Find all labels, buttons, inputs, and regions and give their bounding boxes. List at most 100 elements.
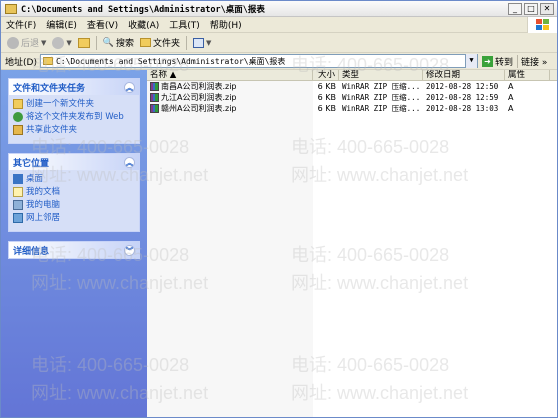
panel-title: 详细信息 <box>13 246 50 257</box>
column-type[interactable]: 类型 <box>339 70 423 80</box>
task-pane: 文件和文件夹任务 ︽ 创建一个新文件夹 将这个文件夹发布到 Web 共享此文件夹 <box>1 70 147 417</box>
toolbar: 后退 ▼ ▼ 🔍 搜索 文件夹 ▼ <box>1 33 557 53</box>
task-label: 将这个文件夹发布到 Web <box>26 112 124 122</box>
file-row[interactable]: 赣州A公司利润表.zip 6 KB WinRAR ZIP 压缩... 2012-… <box>147 103 557 114</box>
file-type: WinRAR ZIP 压缩... <box>342 104 421 113</box>
chevron-up-icon[interactable]: ︽ <box>124 156 135 168</box>
file-row[interactable]: 九江A公司利润表.zip 6 KB WinRAR ZIP 压缩... 2012-… <box>147 92 557 103</box>
file-attributes: A <box>508 82 514 91</box>
column-label: 名称 <box>150 70 168 80</box>
column-attributes[interactable]: 属性 <box>505 70 550 80</box>
place-my-documents[interactable]: 我的文档 <box>13 187 135 197</box>
task-label: 创建一个新文件夹 <box>26 99 95 109</box>
file-name: 九江A公司利润表.zip <box>161 93 237 102</box>
place-desktop[interactable]: 桌面 <box>13 174 135 184</box>
column-name[interactable]: 名称 ▲ <box>147 70 313 80</box>
folders-button[interactable]: 文件夹 <box>137 34 183 52</box>
links-label: 链接 <box>521 57 540 68</box>
views-button[interactable]: ▼ <box>190 34 214 52</box>
file-tasks-header[interactable]: 文件和文件夹任务 ︽ <box>9 79 139 95</box>
search-button[interactable]: 🔍 搜索 <box>100 34 137 52</box>
chevron-down-icon: ▼ <box>66 38 72 47</box>
task-publish-web[interactable]: 将这个文件夹发布到 Web <box>13 112 135 122</box>
close-button[interactable]: ✕ <box>540 2 554 15</box>
file-list: 名称 ▲ 大小 类型 修改日期 属性 南昌A公司利润表.zip 6 KB Win… <box>147 70 557 417</box>
up-folder-icon <box>77 37 90 48</box>
title-bar: C:\Documents and Settings\Administrator\… <box>1 1 557 17</box>
task-new-folder[interactable]: 创建一个新文件夹 <box>13 99 135 109</box>
address-dropdown[interactable]: ▼ <box>464 54 477 68</box>
chevron-down-icon: ▼ <box>41 38 47 47</box>
place-my-computer[interactable]: 我的电脑 <box>13 200 135 210</box>
go-label: 转到 <box>494 57 513 68</box>
place-label: 桌面 <box>26 174 44 184</box>
column-size[interactable]: 大小 <box>313 70 339 80</box>
documents-icon <box>13 187 23 197</box>
winrar-zip-icon <box>150 104 159 113</box>
details-header[interactable]: 详细信息 ︾ <box>9 242 139 258</box>
share-folder-icon <box>13 125 23 135</box>
address-label: 地址(D) <box>5 57 37 68</box>
winrar-zip-icon <box>150 93 159 102</box>
folder-icon <box>5 3 17 14</box>
task-share-folder[interactable]: 共享此文件夹 <box>13 125 135 135</box>
file-size: 6 KB <box>317 93 336 102</box>
maximize-button[interactable]: □ <box>524 2 538 15</box>
address-input[interactable]: C:\Documents and Settings\Administrator\… <box>39 54 478 68</box>
folders-icon <box>140 38 152 47</box>
place-label: 我的文档 <box>26 187 61 197</box>
address-value: C:\Documents and Settings\Administrator\… <box>55 56 286 66</box>
menu-help[interactable]: 帮助(H) <box>205 18 247 31</box>
minimize-button[interactable]: _ <box>508 2 522 15</box>
chevron-right-icon: » <box>541 57 548 68</box>
other-places-panel: 其它位置 ︽ 桌面 我的文档 我的电脑 网上邻居 <box>8 153 140 232</box>
search-label: 搜索 <box>116 39 135 49</box>
window-title: C:\Documents and Settings\Administrator\… <box>21 4 265 15</box>
file-size: 6 KB <box>317 104 336 113</box>
links-button[interactable]: 链接 » <box>517 54 557 68</box>
other-places-header[interactable]: 其它位置 ︽ <box>9 154 139 170</box>
winrar-zip-icon <box>150 82 159 91</box>
globe-icon <box>13 112 23 122</box>
file-attributes: A <box>508 93 514 102</box>
menu-favorites[interactable]: 收藏(A) <box>123 18 164 31</box>
place-label: 我的电脑 <box>26 200 61 210</box>
toolbar-divider <box>95 35 97 50</box>
forward-button[interactable]: ▼ <box>49 34 74 52</box>
file-type: WinRAR ZIP 压缩... <box>342 93 421 102</box>
file-date: 2012-08-28 12:50 <box>426 82 499 91</box>
back-button[interactable]: 后退 ▼ <box>4 34 49 52</box>
file-name: 南昌A公司利润表.zip <box>161 82 237 91</box>
file-attributes: A <box>508 104 514 113</box>
menu-file[interactable]: 文件(F) <box>1 18 41 31</box>
up-button[interactable] <box>75 34 93 52</box>
panel-title: 文件和文件夹任务 <box>13 83 86 94</box>
windows-logo-icon <box>527 17 557 33</box>
column-date[interactable]: 修改日期 <box>423 70 505 80</box>
task-label: 共享此文件夹 <box>26 125 78 135</box>
computer-icon <box>13 200 23 210</box>
file-row[interactable]: 南昌A公司利润表.zip 6 KB WinRAR ZIP 压缩... 2012-… <box>147 81 557 92</box>
chevron-down-icon[interactable]: ︾ <box>124 244 135 256</box>
explorer-window: C:\Documents and Settings\Administrator\… <box>0 0 558 418</box>
file-size: 6 KB <box>317 82 336 91</box>
network-icon <box>13 213 23 223</box>
file-tasks-panel: 文件和文件夹任务 ︽ 创建一个新文件夹 将这个文件夹发布到 Web 共享此文件夹 <box>8 78 140 144</box>
views-icon <box>193 37 205 48</box>
go-button[interactable]: ➜ 转到 <box>481 55 513 68</box>
place-network[interactable]: 网上邻居 <box>13 213 135 223</box>
sort-ascending-icon: ▲ <box>169 70 177 80</box>
address-bar: 地址(D) C:\Documents and Settings\Administ… <box>1 53 557 70</box>
back-label: 后退 <box>21 39 40 49</box>
toolbar-divider <box>186 35 188 50</box>
menu-tools[interactable]: 工具(T) <box>164 18 205 31</box>
menu-view[interactable]: 查看(V) <box>82 18 123 31</box>
folder-icon <box>42 57 53 65</box>
content-area: 文件和文件夹任务 ︽ 创建一个新文件夹 将这个文件夹发布到 Web 共享此文件夹 <box>1 70 557 417</box>
column-headers: 名称 ▲ 大小 类型 修改日期 属性 <box>147 70 557 81</box>
go-arrow-icon: ➜ <box>481 55 493 67</box>
chevron-up-icon[interactable]: ︽ <box>124 81 135 93</box>
menu-edit[interactable]: 编辑(E) <box>41 18 82 31</box>
sorted-column-shading <box>147 81 313 417</box>
back-arrow-icon <box>7 36 19 49</box>
